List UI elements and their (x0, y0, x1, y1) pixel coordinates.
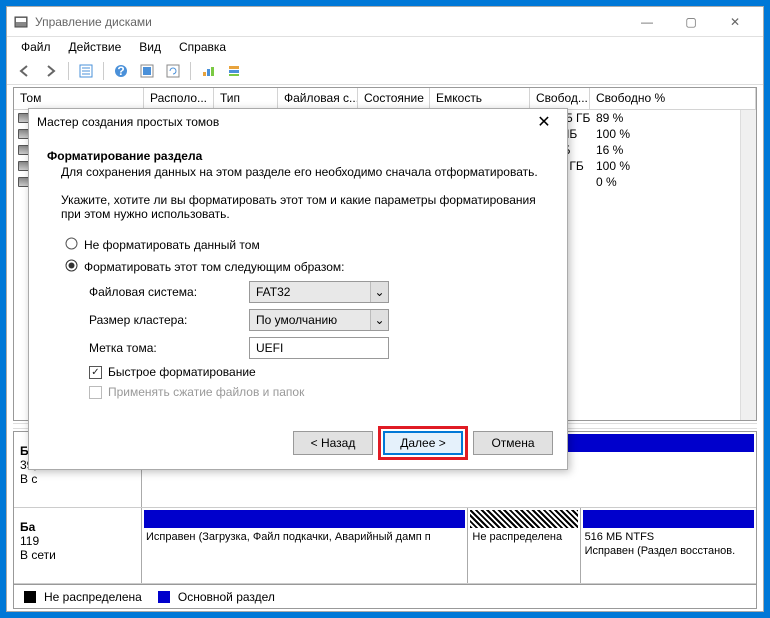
volume-block[interactable]: Не распределена (468, 508, 580, 583)
settings-icon[interactable] (135, 60, 159, 82)
radio-do-format[interactable]: Форматировать этот том следующим образом… (65, 259, 549, 275)
chevron-down-icon: ⌄ (370, 310, 388, 330)
col-freepct[interactable]: Свободно % (590, 88, 756, 109)
svg-text:?: ? (117, 64, 124, 78)
menu-action[interactable]: Действие (61, 38, 130, 56)
col-type[interactable]: Тип (214, 88, 278, 109)
maximize-button[interactable]: ▢ (669, 8, 713, 36)
refresh-icon[interactable] (161, 60, 185, 82)
forward-button[interactable] (39, 60, 63, 82)
volume-block[interactable]: Исправен (Загрузка, Файл подкачки, Авари… (142, 508, 468, 583)
cluster-label: Размер кластера: (89, 313, 249, 327)
col-volume[interactable]: Том (14, 88, 144, 109)
dialog-close-button[interactable]: ✕ (529, 112, 559, 132)
col-free[interactable]: Свобод... (530, 88, 590, 109)
cancel-button[interactable]: Отмена (473, 431, 553, 455)
close-button[interactable]: ✕ (713, 8, 757, 36)
dialog-titlebar: Мастер создания простых томов ✕ (29, 109, 567, 135)
quick-format-checkbox[interactable]: ✓ Быстрое форматирование (89, 365, 549, 379)
chevron-down-icon: ⌄ (370, 282, 388, 302)
chart-icon[interactable] (196, 60, 220, 82)
volume-block[interactable]: 516 МБ NTFS Исправен (Раздел восстанов. (581, 508, 756, 583)
primary-swatch (158, 591, 170, 603)
dialog-title: Мастер создания простых томов (37, 115, 529, 129)
legend: Не распределена Основной раздел (14, 584, 756, 608)
checkbox-checked-icon: ✓ (89, 366, 102, 379)
primary-band (144, 510, 465, 528)
disk-row: Ба 119 В сети Исправен (Загрузка, Файл п… (14, 508, 756, 584)
cluster-select[interactable]: По умолчанию ⌄ (249, 309, 389, 331)
back-button[interactable] (13, 60, 37, 82)
unalloc-band (470, 510, 577, 528)
unalloc-swatch (24, 591, 36, 603)
volume-label-label: Метка тома: (89, 341, 249, 355)
dialog-heading: Форматирование раздела (47, 149, 549, 163)
disk-label[interactable]: Ба 119 В сети (14, 508, 142, 583)
col-status[interactable]: Состояние (358, 88, 430, 109)
next-button[interactable]: Далее > (383, 431, 463, 455)
toolbar: ? (7, 57, 763, 85)
radio-no-format[interactable]: Не форматировать данный том (65, 237, 549, 253)
dialog-subtitle: Для сохранения данных на этом разделе ег… (61, 165, 549, 179)
help-icon[interactable]: ? (109, 60, 133, 82)
col-capacity[interactable]: Емкость (430, 88, 530, 109)
list-icon[interactable] (74, 60, 98, 82)
back-button[interactable]: < Назад (293, 431, 373, 455)
radio-on-icon (65, 259, 78, 275)
col-layout[interactable]: Располо... (144, 88, 214, 109)
titlebar: Управление дисками — ▢ ✕ (7, 7, 763, 37)
menu-help[interactable]: Справка (171, 38, 234, 56)
fs-label: Файловая система: (89, 285, 249, 299)
minimize-button[interactable]: — (625, 8, 669, 36)
menu-view[interactable]: Вид (131, 38, 169, 56)
compress-checkbox: Применять сжатие файлов и папок (89, 385, 549, 399)
menubar: Файл Действие Вид Справка (7, 37, 763, 57)
column-headers: Том Располо... Тип Файловая с... Состоян… (14, 88, 756, 110)
checkbox-unchecked-icon (89, 386, 102, 399)
bars-icon[interactable] (222, 60, 246, 82)
wizard-dialog: Мастер создания простых томов ✕ Форматир… (28, 108, 568, 470)
volume-label-input[interactable]: UEFI (249, 337, 389, 359)
app-icon (13, 14, 29, 30)
main-window: Управление дисками — ▢ ✕ Файл Действие В… (6, 6, 764, 612)
radio-off-icon (65, 237, 78, 253)
window-title: Управление дисками (35, 15, 625, 29)
fs-select[interactable]: FAT32 ⌄ (249, 281, 389, 303)
dialog-instruction: Укажите, хотите ли вы форматировать этот… (61, 193, 549, 221)
scrollbar[interactable] (740, 110, 756, 420)
menu-file[interactable]: Файл (13, 38, 59, 56)
col-fs[interactable]: Файловая с... (278, 88, 358, 109)
primary-band (583, 510, 754, 528)
